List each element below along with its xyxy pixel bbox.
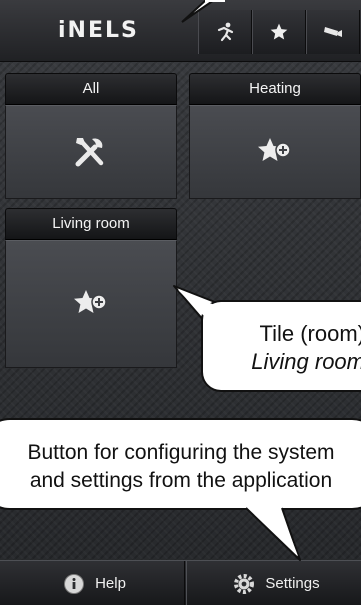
callout-tail-settings bbox=[245, 506, 301, 561]
app-screen: iNELS All Heating Living room Help Setti… bbox=[0, 0, 361, 605]
